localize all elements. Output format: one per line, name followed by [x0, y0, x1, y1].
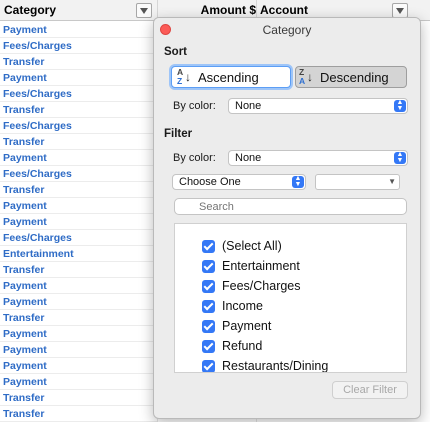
table-row[interactable]: Transfer [0, 134, 157, 150]
filter-list-item-label: Restaurants/Dining [222, 359, 329, 373]
sort-descending-label: Descending [320, 69, 389, 85]
sort-ascending-button[interactable]: A Z ↓ Ascending [171, 66, 291, 88]
filter-list-item[interactable]: Refund [175, 336, 406, 356]
sort-za-icon: Z A ↓ [299, 67, 313, 86]
filter-values-list: (Select All) Entertainment Fees/Charges Inc… [174, 223, 407, 373]
table-row[interactable]: Payment [0, 358, 157, 374]
table-row[interactable]: Transfer [0, 406, 157, 422]
sort-by-color-select[interactable]: None ▲ ▼ [228, 98, 408, 114]
sort-ascending-label: Ascending [198, 69, 259, 85]
sort-by-color-value: None [235, 100, 262, 112]
table-row[interactable]: Fees/Charges [0, 38, 157, 54]
chevron-updown-icon: ▲ ▼ [394, 99, 406, 112]
table-row[interactable]: Transfer [0, 310, 157, 326]
column-header-account-label: Account [260, 3, 308, 17]
category-column-cells: Payment Fees/Charges Transfer Payment Fees/C… [0, 22, 157, 422]
table-row[interactable]: Payment [0, 214, 157, 230]
sort-section-label: Sort [164, 46, 187, 58]
table-row[interactable]: Transfer [0, 102, 157, 118]
table-row[interactable]: Payment [0, 374, 157, 390]
table-row[interactable]: Payment [0, 326, 157, 342]
column-header-category[interactable]: Category [0, 0, 157, 21]
filter-by-color-select[interactable]: None ▲ ▼ [228, 150, 408, 166]
table-row[interactable]: Fees/Charges [0, 118, 157, 134]
checkbox-checked-icon[interactable] [202, 319, 215, 333]
filter-list-item-label: (Select All) [222, 239, 282, 253]
filter-list-item-label: Refund [222, 339, 263, 353]
filter-list-item[interactable]: Income [175, 296, 406, 316]
close-icon[interactable] [160, 24, 171, 35]
filter-list-item[interactable]: Fees/Charges [175, 276, 406, 296]
filter-list-item-label: Entertainment [222, 259, 300, 273]
filter-by-color-label: By color: [173, 152, 216, 164]
filter-list-item-label: Payment [222, 319, 272, 333]
table-row[interactable]: Transfer [0, 182, 157, 198]
table-row[interactable]: Payment [0, 278, 157, 294]
table-row[interactable]: Entertainment [0, 246, 157, 262]
table-row[interactable]: Payment [0, 294, 157, 310]
table-row[interactable]: Payment [0, 150, 157, 166]
popup-titlebar: Category [154, 18, 420, 42]
search-input[interactable] [174, 198, 407, 215]
clear-filter-button[interactable]: Clear Filter [332, 381, 408, 399]
sort-descending-button[interactable]: Z A ↓ Descending [295, 66, 407, 88]
chevron-updown-icon: ▲ ▼ [292, 175, 304, 188]
sort-az-icon-bottom: Z [177, 76, 183, 86]
table-row[interactable]: Transfer [0, 262, 157, 278]
sort-za-icon-bottom: A [299, 76, 306, 86]
chevron-updown-icon: ▲ ▼ [394, 151, 406, 164]
table-row[interactable]: Payment [0, 22, 157, 38]
filter-list-item[interactable]: Payment [175, 316, 406, 336]
sort-az-icon: A Z ↓ [177, 67, 191, 86]
category-filter-dropdown-icon[interactable] [136, 3, 152, 18]
filter-list-item-label: Income [222, 299, 263, 313]
chevron-down-icon: ▼ [388, 177, 396, 186]
sort-by-color-label: By color: [173, 100, 216, 112]
column-header-category-label: Category [4, 3, 57, 17]
filter-condition-value: Choose One [179, 176, 241, 188]
filter-list-item[interactable]: (Select All) [175, 236, 406, 256]
checkbox-checked-icon[interactable] [202, 359, 215, 372]
checkbox-checked-icon[interactable] [202, 339, 215, 353]
table-row[interactable]: Transfer [0, 54, 157, 70]
popup-title: Category [262, 23, 312, 37]
filter-list-item[interactable]: Restaurants/Dining [175, 356, 406, 373]
filter-section-label: Filter [164, 128, 193, 140]
column-header-amount-label: Amount $ [200, 3, 256, 17]
table-row[interactable]: Fees/Charges [0, 230, 157, 246]
table-row[interactable]: Payment [0, 70, 157, 86]
filter-list-item-label: Fees/Charges [222, 279, 301, 293]
table-row[interactable]: Payment [0, 198, 157, 214]
filter-list-item[interactable]: Entertainment [175, 256, 406, 276]
table-row[interactable]: Fees/Charges [0, 166, 157, 182]
filter-by-color-value: None [235, 152, 262, 164]
filter-condition-select[interactable]: Choose One ▲ ▼ [172, 174, 306, 190]
filter-value-combobox[interactable]: ▼ [315, 174, 400, 190]
table-row[interactable]: Payment [0, 342, 157, 358]
category-filter-popup: Category Sort A Z ↓ Ascending Z A ↓ Desc… [153, 17, 421, 419]
checkbox-checked-icon[interactable] [202, 239, 215, 253]
checkbox-checked-icon[interactable] [202, 279, 215, 293]
table-row[interactable]: Fees/Charges [0, 86, 157, 102]
table-row[interactable]: Transfer [0, 390, 157, 406]
checkbox-checked-icon[interactable] [202, 299, 215, 313]
account-filter-dropdown-icon[interactable] [392, 3, 408, 18]
checkbox-checked-icon[interactable] [202, 259, 215, 273]
